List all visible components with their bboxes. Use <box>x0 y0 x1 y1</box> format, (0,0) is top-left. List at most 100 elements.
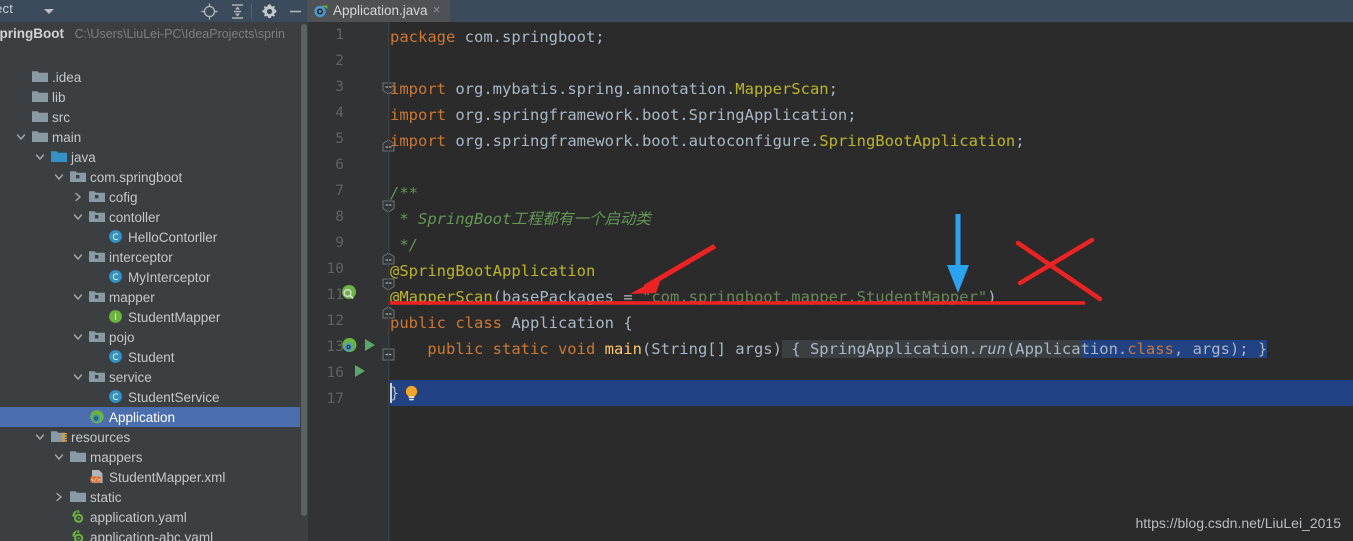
token-import-keyword-5: import <box>390 132 446 150</box>
tree-item-mappers[interactable]: mappers <box>0 447 307 467</box>
spring-boot-run-icon[interactable] <box>341 337 357 353</box>
xml-file-icon: </> <box>89 469 105 485</box>
tree-item-studentservice[interactable]: C StudentService <box>0 387 307 407</box>
code-editor[interactable]: 1 2 3 4 5 6 7 8 9 10 11 12 13 16 17 pack… <box>308 22 1353 541</box>
tree-item-application-yaml[interactable]: application.yaml <box>0 507 307 527</box>
tree-item-label: StudentService <box>128 389 220 405</box>
package-icon <box>89 369 105 385</box>
tree-item-static[interactable]: static <box>0 487 307 507</box>
package-icon <box>89 209 105 225</box>
source-folder-icon <box>51 149 67 165</box>
line-number-17: 17 <box>326 391 344 407</box>
tree-item-pojo[interactable]: pojo <box>0 327 307 347</box>
folder-icon <box>70 449 86 465</box>
tree-item-hellocontorller[interactable]: C HelloContorller <box>0 227 307 247</box>
tree-item-java[interactable]: java <box>0 147 307 167</box>
java-spring-class-icon <box>313 3 329 19</box>
run-method-icon[interactable] <box>353 364 369 380</box>
tree-item-main[interactable]: main <box>0 127 307 147</box>
token-paren-open: ( <box>492 288 502 306</box>
minimize-icon[interactable] <box>287 3 304 20</box>
project-tool-window-title[interactable]: ject <box>0 1 13 16</box>
line-number-5: 5 <box>335 131 344 147</box>
intention-bulb-icon[interactable] <box>404 385 418 401</box>
watermark-text: https://blog.csdn.net/LiuLei_2015 <box>1135 515 1342 531</box>
token-public-12: public <box>390 314 446 332</box>
tree-item-com-springboot[interactable]: com.springboot <box>0 167 307 187</box>
chevron-down-icon[interactable] <box>73 292 83 302</box>
chevron-down-icon[interactable] <box>35 152 45 162</box>
chevron-down-icon[interactable] <box>44 9 54 14</box>
code-line-1: package com.springboot; <box>390 24 605 50</box>
token-package-keyword: package <box>390 28 456 46</box>
tree-item-cofig[interactable]: cofig <box>0 187 307 207</box>
line-number-2: 2 <box>335 53 344 69</box>
tree-item-src[interactable]: src <box>0 107 307 127</box>
text-caret <box>390 383 392 403</box>
svg-text:C: C <box>113 353 119 363</box>
yaml-spring-file-icon <box>70 509 86 525</box>
tree-item-label: main <box>52 129 82 145</box>
line-number-10: 10 <box>326 261 344 277</box>
yaml-spring-file-icon <box>70 529 86 541</box>
chevron-right-icon[interactable] <box>54 492 64 502</box>
tree-item-label: StudentMapper <box>128 309 221 325</box>
resources-folder-icon <box>51 429 67 445</box>
line-number-9: 9 <box>335 235 344 251</box>
tree-item-lib[interactable]: lib <box>0 87 307 107</box>
editor-tab-strip: Application.java × <box>307 0 450 22</box>
project-root-row[interactable]: springBoot C:\Users\LiuLei-PC\IdeaProjec… <box>0 25 285 45</box>
settings-gear-icon[interactable] <box>261 3 278 20</box>
spring-bean-search-icon[interactable] <box>341 284 357 300</box>
tree-item-label: HelloContorller <box>128 229 218 245</box>
tree-item-student[interactable]: C Student <box>0 347 307 367</box>
chevron-down-icon[interactable] <box>35 432 45 442</box>
tree-item-contoller[interactable]: contoller <box>0 207 307 227</box>
token-semicolon-3: ; <box>828 80 838 98</box>
chevron-down-icon[interactable] <box>73 252 83 262</box>
tree-item-label: mappers <box>90 449 143 465</box>
tree-item-application[interactable]: Application <box>0 407 302 427</box>
chevron-down-icon[interactable] <box>16 132 26 142</box>
collapse-all-icon[interactable] <box>229 3 246 20</box>
tree-item-application-abc-yaml[interactable]: application-abc.yaml <box>0 527 307 541</box>
package-icon <box>89 189 105 205</box>
run-class-icon[interactable] <box>363 338 379 354</box>
line-number-6: 6 <box>335 157 344 173</box>
chevron-down-icon[interactable] <box>73 372 83 382</box>
tree-item-label: Student <box>128 349 175 365</box>
token-basepackages-arg: basePackages <box>502 288 614 306</box>
tree-item-label: lib <box>52 89 66 105</box>
tree-item-resources[interactable]: resources <box>0 427 307 447</box>
folded-code-chip[interactable]: { <box>781 340 810 358</box>
tree-item-mapper[interactable]: mapper <box>0 287 307 307</box>
tree-item--idea[interactable]: .idea <box>0 67 307 87</box>
tab-title: Application.java <box>333 2 428 18</box>
tab-application-java[interactable]: Application.java × <box>307 0 450 22</box>
fold-rail <box>388 22 389 541</box>
tree-item-label: pojo <box>109 329 135 345</box>
chevron-down-icon[interactable] <box>73 332 83 342</box>
tree-item-myinterceptor[interactable]: C MyInterceptor <box>0 267 307 287</box>
java-class-icon: C <box>108 269 124 285</box>
chevron-down-icon[interactable] <box>73 212 83 222</box>
chevron-down-icon[interactable] <box>54 452 64 462</box>
folder-icon <box>32 89 48 105</box>
tree-item-interceptor[interactable]: interceptor <box>0 247 307 267</box>
chevron-right-icon[interactable] <box>73 192 83 202</box>
project-tree-panel[interactable]: springBoot C:\Users\LiuLei-PC\IdeaProjec… <box>0 22 307 541</box>
code-line-3: import org.mybatis.spring.annotation.Map… <box>390 76 838 102</box>
token-semicolon-5: ; <box>1015 132 1025 150</box>
tree-item-service[interactable]: service <box>0 367 307 387</box>
close-icon[interactable]: × <box>430 3 444 17</box>
tree-item-studentmapper-xml[interactable]: </> StudentMapper.xml <box>0 467 307 487</box>
locate-target-icon[interactable] <box>201 3 218 20</box>
tree-item-studentmapper[interactable]: I StudentMapper <box>0 307 307 327</box>
folder-icon <box>32 69 48 85</box>
editor-gutter[interactable]: 1 2 3 4 5 6 7 8 9 10 11 12 13 16 17 <box>308 22 395 541</box>
code-line-8: * SpringBoot工程都有一个启动类 <box>390 210 651 228</box>
chevron-down-icon[interactable] <box>54 172 64 182</box>
code-line-12: public class Application { <box>390 310 633 336</box>
token-paren-close: ) <box>987 288 997 306</box>
code-content[interactable]: package com.springboot; import org.mybat… <box>390 22 1353 541</box>
